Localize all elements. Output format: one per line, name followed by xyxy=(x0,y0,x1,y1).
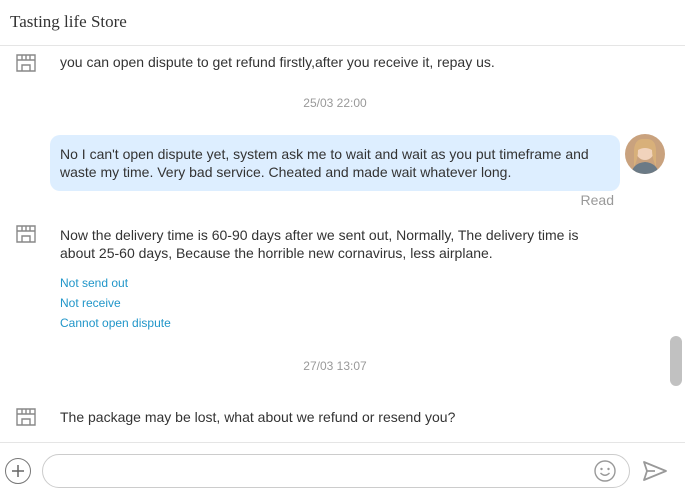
attach-button[interactable] xyxy=(5,458,31,484)
quick-link-not-receive[interactable]: Not receive xyxy=(60,296,121,310)
quick-link-cannot-open-dispute[interactable]: Cannot open dispute xyxy=(60,316,171,330)
quick-link-not-send-out[interactable]: Not send out xyxy=(60,276,128,290)
avatar xyxy=(625,134,665,174)
scrollbar[interactable] xyxy=(669,46,683,442)
store-message: Now the delivery time is 60-90 days afte… xyxy=(60,227,579,261)
message-input[interactable] xyxy=(42,454,630,488)
timestamp: 25/03 22:00 xyxy=(303,96,367,110)
composer xyxy=(0,442,685,499)
user-message-bubble: No I can't open dispute yet, system ask … xyxy=(50,135,620,191)
timestamp: 27/03 13:07 xyxy=(303,359,367,373)
emoji-button[interactable] xyxy=(593,459,617,483)
store-icon xyxy=(16,225,36,243)
read-status: Read xyxy=(580,192,614,208)
plus-icon xyxy=(12,465,24,477)
chat-header: Tasting life Store xyxy=(0,0,685,46)
emoji-icon xyxy=(594,460,616,482)
user-message: No I can't open dispute yet, system ask … xyxy=(60,146,589,180)
send-icon xyxy=(643,461,667,481)
send-button[interactable] xyxy=(642,459,668,483)
store-icon xyxy=(16,408,36,426)
store-message: you can open dispute to get refund first… xyxy=(60,54,495,70)
store-message: The package may be lost, what about we r… xyxy=(60,409,456,425)
message-list[interactable]: you can open dispute to get refund first… xyxy=(0,46,685,442)
store-title: Tasting life Store xyxy=(10,12,127,31)
scrollbar-thumb[interactable] xyxy=(670,336,682,386)
store-icon xyxy=(16,54,36,72)
